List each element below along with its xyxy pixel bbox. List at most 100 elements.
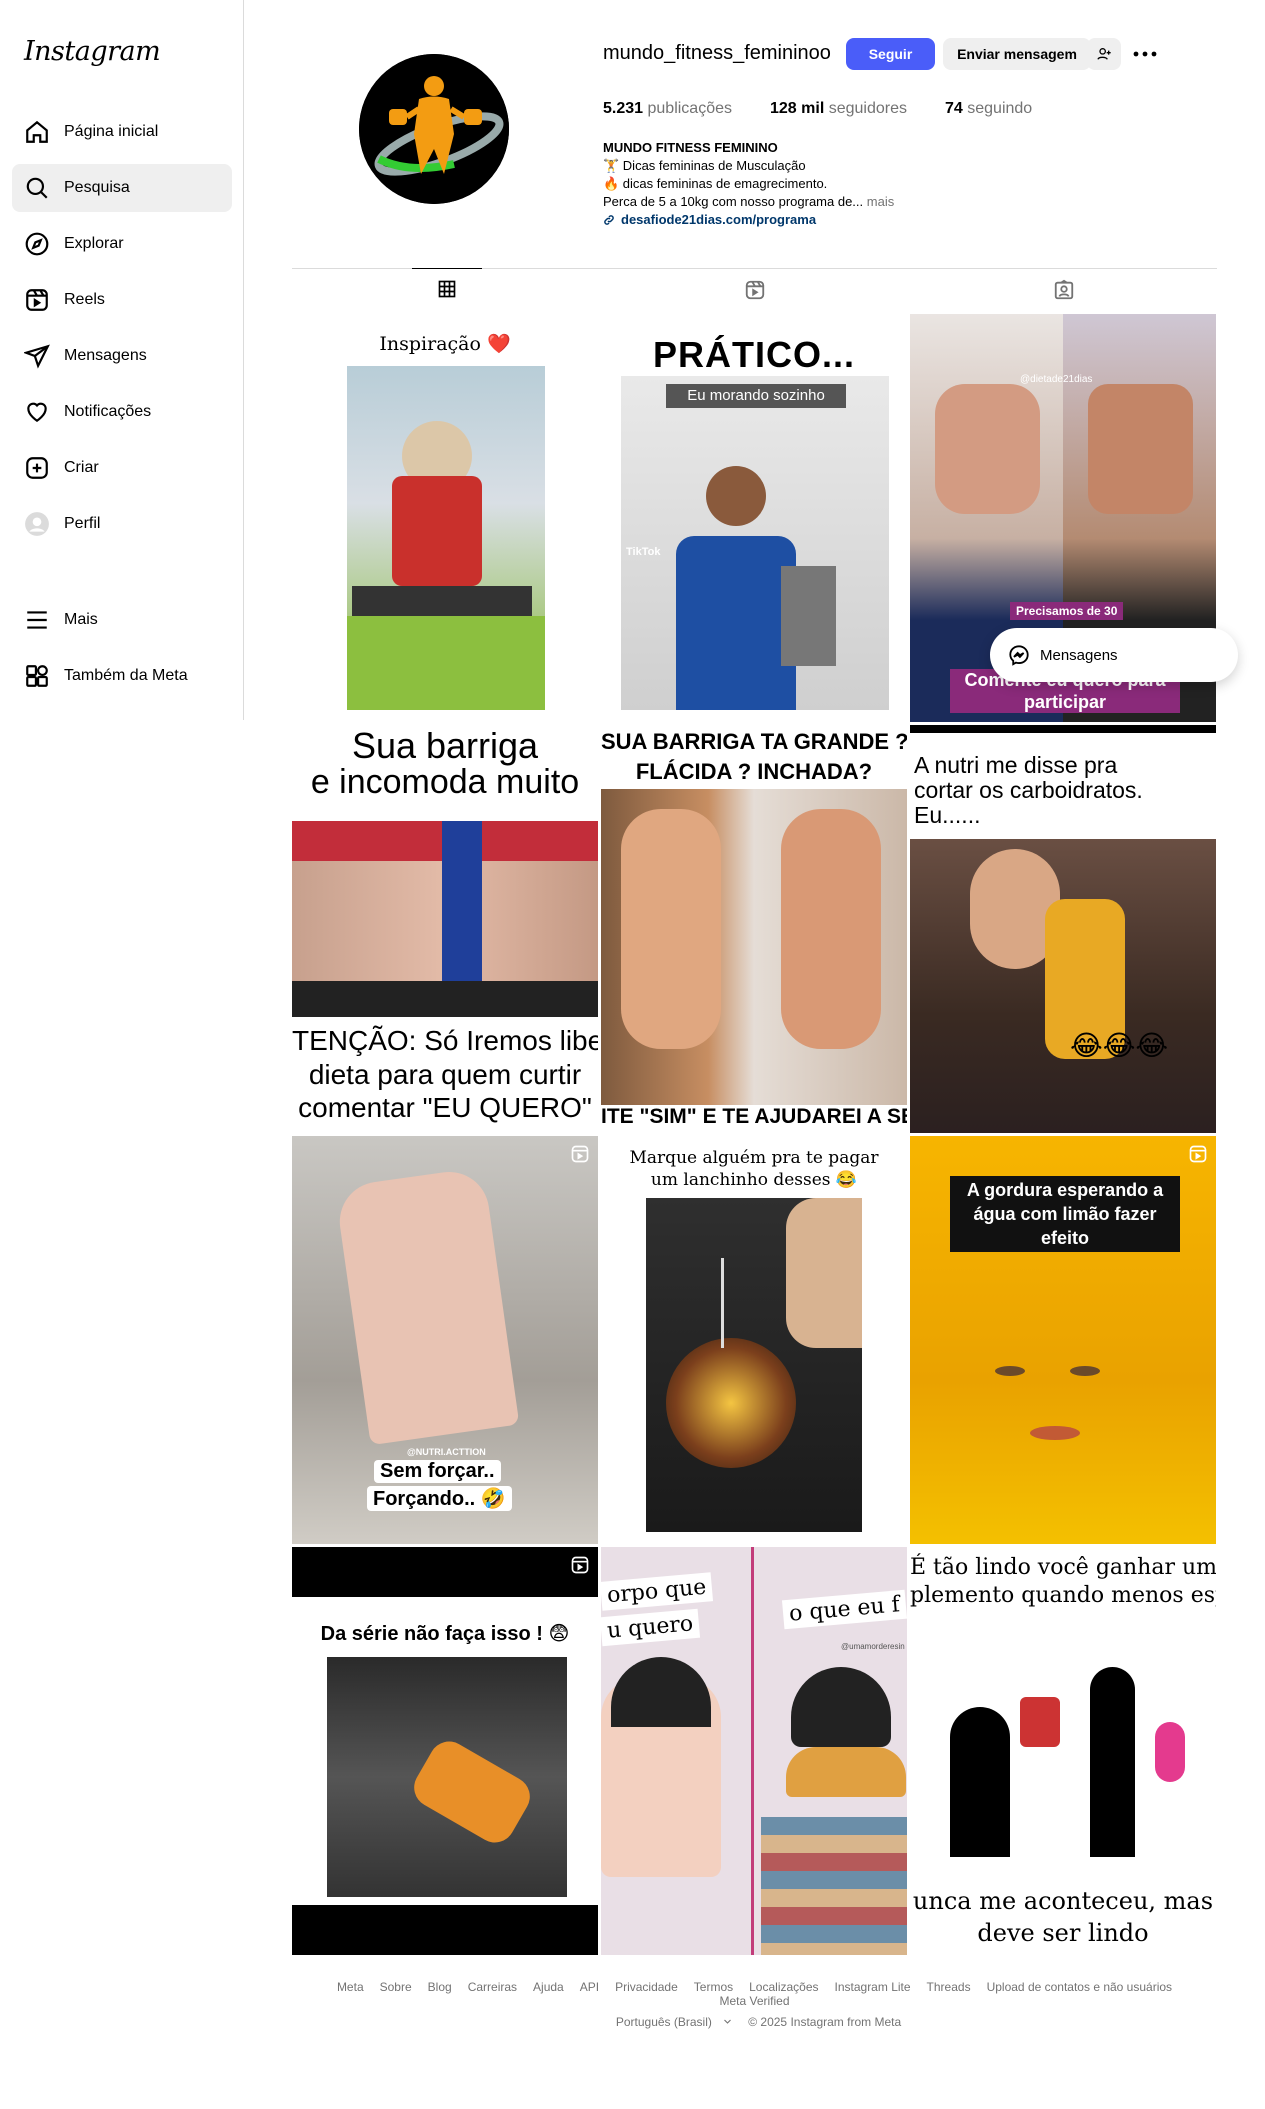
send-message-button[interactable]: Enviar mensagem (943, 38, 1091, 70)
followers-count[interactable]: 128 mil seguidores (770, 100, 907, 118)
reels-icon (745, 280, 765, 300)
post-subtitle: Eu morando sozinho (666, 384, 846, 408)
profile-tabs (292, 268, 1217, 312)
footer-link[interactable]: API (580, 1980, 599, 1994)
grid-post[interactable]: Marque alguém pra te pagar um lanchinho … (601, 1136, 907, 1544)
profile-avatar[interactable] (359, 54, 509, 204)
following-count[interactable]: 74 seguindo (945, 100, 1032, 118)
footer-link[interactable]: Localizações (749, 1980, 818, 1994)
sidebar-item-profile[interactable]: Perfil (12, 500, 232, 548)
post-caption-line: e incomoda muito (310, 763, 580, 801)
menu-icon (27, 611, 47, 629)
home-icon (26, 120, 48, 143)
follow-button[interactable]: Seguir (846, 38, 935, 70)
profile-username: mundo_fitness_femininoo (603, 42, 831, 64)
footer-link[interactable]: Privacidade (615, 1980, 678, 1994)
bio-name: MUNDO FITNESS FEMININO (603, 140, 778, 155)
post-caption-line: u quero (601, 1608, 701, 1647)
instagram-logo[interactable]: Instagram (24, 36, 161, 67)
sidebar-item-label: Criar (64, 459, 99, 476)
tab-reels[interactable] (740, 279, 770, 303)
footer-link[interactable]: Ajuda (533, 1980, 564, 1994)
post-caption: SUA BARRIGA TA GRANDE ? (601, 729, 907, 754)
grid-post[interactable]: Inspiração ❤️ (292, 314, 598, 722)
sidebar-item-also-from-meta[interactable]: Também da Meta (12, 652, 232, 700)
bio-line: Perca de 5 a 10kg com nosso programa de.… (603, 194, 864, 209)
messages-float-button[interactable]: Mensagens (990, 628, 1238, 682)
more-options-button[interactable] (1130, 40, 1160, 68)
profile-bio: MUNDO FITNESS FEMININO 🏋️ Dicas feminina… (603, 139, 1023, 229)
post-image (646, 1198, 862, 1532)
tab-posts[interactable] (412, 268, 482, 303)
sidebar-item-search[interactable]: Pesquisa (12, 164, 232, 212)
bio-line: 🏋️ Dicas femininas de Musculação (603, 158, 806, 173)
footer-link[interactable]: Meta (337, 1980, 364, 1994)
ellipsis-icon (1133, 51, 1157, 57)
grid-post[interactable]: A gordura esperando a água com limão faz… (910, 1136, 1216, 1544)
reel-badge-icon (1189, 1145, 1207, 1163)
post-caption-line: dieta para quem curtir (308, 1059, 582, 1090)
grid-post[interactable]: É tão lindo você ganhar um plemento quan… (910, 1547, 1216, 1955)
sidebar-item-messages[interactable]: Mensagens (12, 332, 232, 380)
post-caption: Marque alguém pra te pagar (629, 1148, 879, 1168)
heart-icon (27, 402, 47, 422)
footer-link[interactable]: Sobre (380, 1980, 412, 1994)
grid-post[interactable]: SUA BARRIGA TA GRANDE ? FLÁCIDA ? INCHAD… (601, 725, 907, 1133)
footer-links: Meta Sobre Blog Carreiras Ajuda API Priv… (292, 1980, 1217, 2008)
compass-icon (25, 232, 49, 256)
tab-tagged[interactable] (1049, 279, 1079, 303)
search-icon (26, 177, 48, 199)
footer-link[interactable]: Threads (927, 1980, 971, 1994)
suggested-users-button[interactable] (1087, 38, 1121, 70)
grid-post[interactable]: Sua barriga e incomoda muito TENÇÃO: Só … (292, 725, 598, 1133)
footer-link[interactable]: Termos (694, 1980, 733, 1994)
post-tag: @NUTRI.ACTTION (407, 1447, 486, 1457)
sidebar-item-home[interactable]: Página inicial (12, 108, 232, 156)
sidebar-item-label: Perfil (64, 515, 101, 532)
post-caption-line: ITE "SIM" E TE AJUDAREI A SEC (601, 1105, 907, 1129)
language-selector[interactable]: Português (Brasil) (608, 2015, 732, 2029)
reel-badge-icon (571, 1145, 589, 1163)
avatar-icon (25, 512, 49, 536)
post-image: Eu morando sozinho TikTok (621, 376, 889, 710)
plus-square-icon (26, 457, 48, 479)
grid-post[interactable]: A nutri me disse pra cortar os carboidra… (910, 725, 1216, 1133)
post-caption-line: comentar "EU QUERO" (298, 1092, 592, 1123)
sidebar-nav: Página inicial Pesquisa Explorar Reels M… (12, 108, 232, 708)
footer-link[interactable]: Upload de contatos e não usuários (987, 1980, 1172, 1994)
post-image (292, 821, 598, 1017)
footer-link[interactable]: Instagram Lite (835, 1980, 911, 1994)
sidebar-item-explore[interactable]: Explorar (12, 220, 232, 268)
post-caption: PRÁTICO... (652, 334, 855, 375)
post-caption: A gordura esperando a água com limão faz… (950, 1176, 1180, 1252)
posts-count: 5.231 publicações (603, 100, 732, 117)
bio-more-link[interactable]: mais (867, 194, 894, 209)
post-caption: Sem forçar.. (374, 1460, 501, 1483)
messenger-icon (1009, 645, 1029, 666)
sidebar-item-label: Reels (64, 291, 105, 308)
grid-post[interactable]: orpo que u quero o que eu f @umamorderes… (601, 1547, 907, 1955)
messages-float-label: Mensagens (1040, 646, 1118, 664)
sidebar-item-more[interactable]: Mais (12, 596, 232, 644)
post-caption-line: um lanchinho desses 😂 (650, 1170, 858, 1190)
grid-post[interactable]: PRÁTICO... Eu morando sozinho TikTok (601, 314, 907, 722)
footer-bottom: Português (Brasil) © 2025 Instagram from… (292, 2015, 1217, 2029)
post-tag: @dietade21dias (1020, 374, 1093, 385)
post-caption-line: deve ser lindo (977, 1919, 1149, 1947)
sidebar-item-create[interactable]: Criar (12, 444, 232, 492)
link-icon (604, 215, 614, 225)
grid-post[interactable]: @NUTRI.ACTTION Sem forçar.. Forçando.. 🤣 (292, 1136, 598, 1544)
footer-link[interactable]: Meta Verified (719, 1994, 789, 2008)
post-caption: É tão lindo você ganhar um (910, 1555, 1216, 1580)
bio-website-link[interactable]: desafiode21dias.com/programa (603, 211, 1023, 229)
footer-link[interactable]: Carreiras (468, 1980, 517, 1994)
post-caption-line: FLÁCIDA ? INCHADA? (635, 759, 873, 784)
post-caption: A nutri me disse pra cortar os carboidra… (914, 752, 1143, 828)
sidebar-item-notifications[interactable]: Notificações (12, 388, 232, 436)
sidebar-item-reels[interactable]: Reels (12, 276, 232, 324)
footer-link[interactable]: Blog (428, 1980, 452, 1994)
post-tag: TikTok (626, 546, 661, 558)
sidebar-item-label: Notificações (64, 403, 152, 420)
grid-post[interactable]: Da série não faça isso ! 😨 (292, 1547, 598, 1955)
post-caption-line: o que eu f (781, 1589, 907, 1630)
